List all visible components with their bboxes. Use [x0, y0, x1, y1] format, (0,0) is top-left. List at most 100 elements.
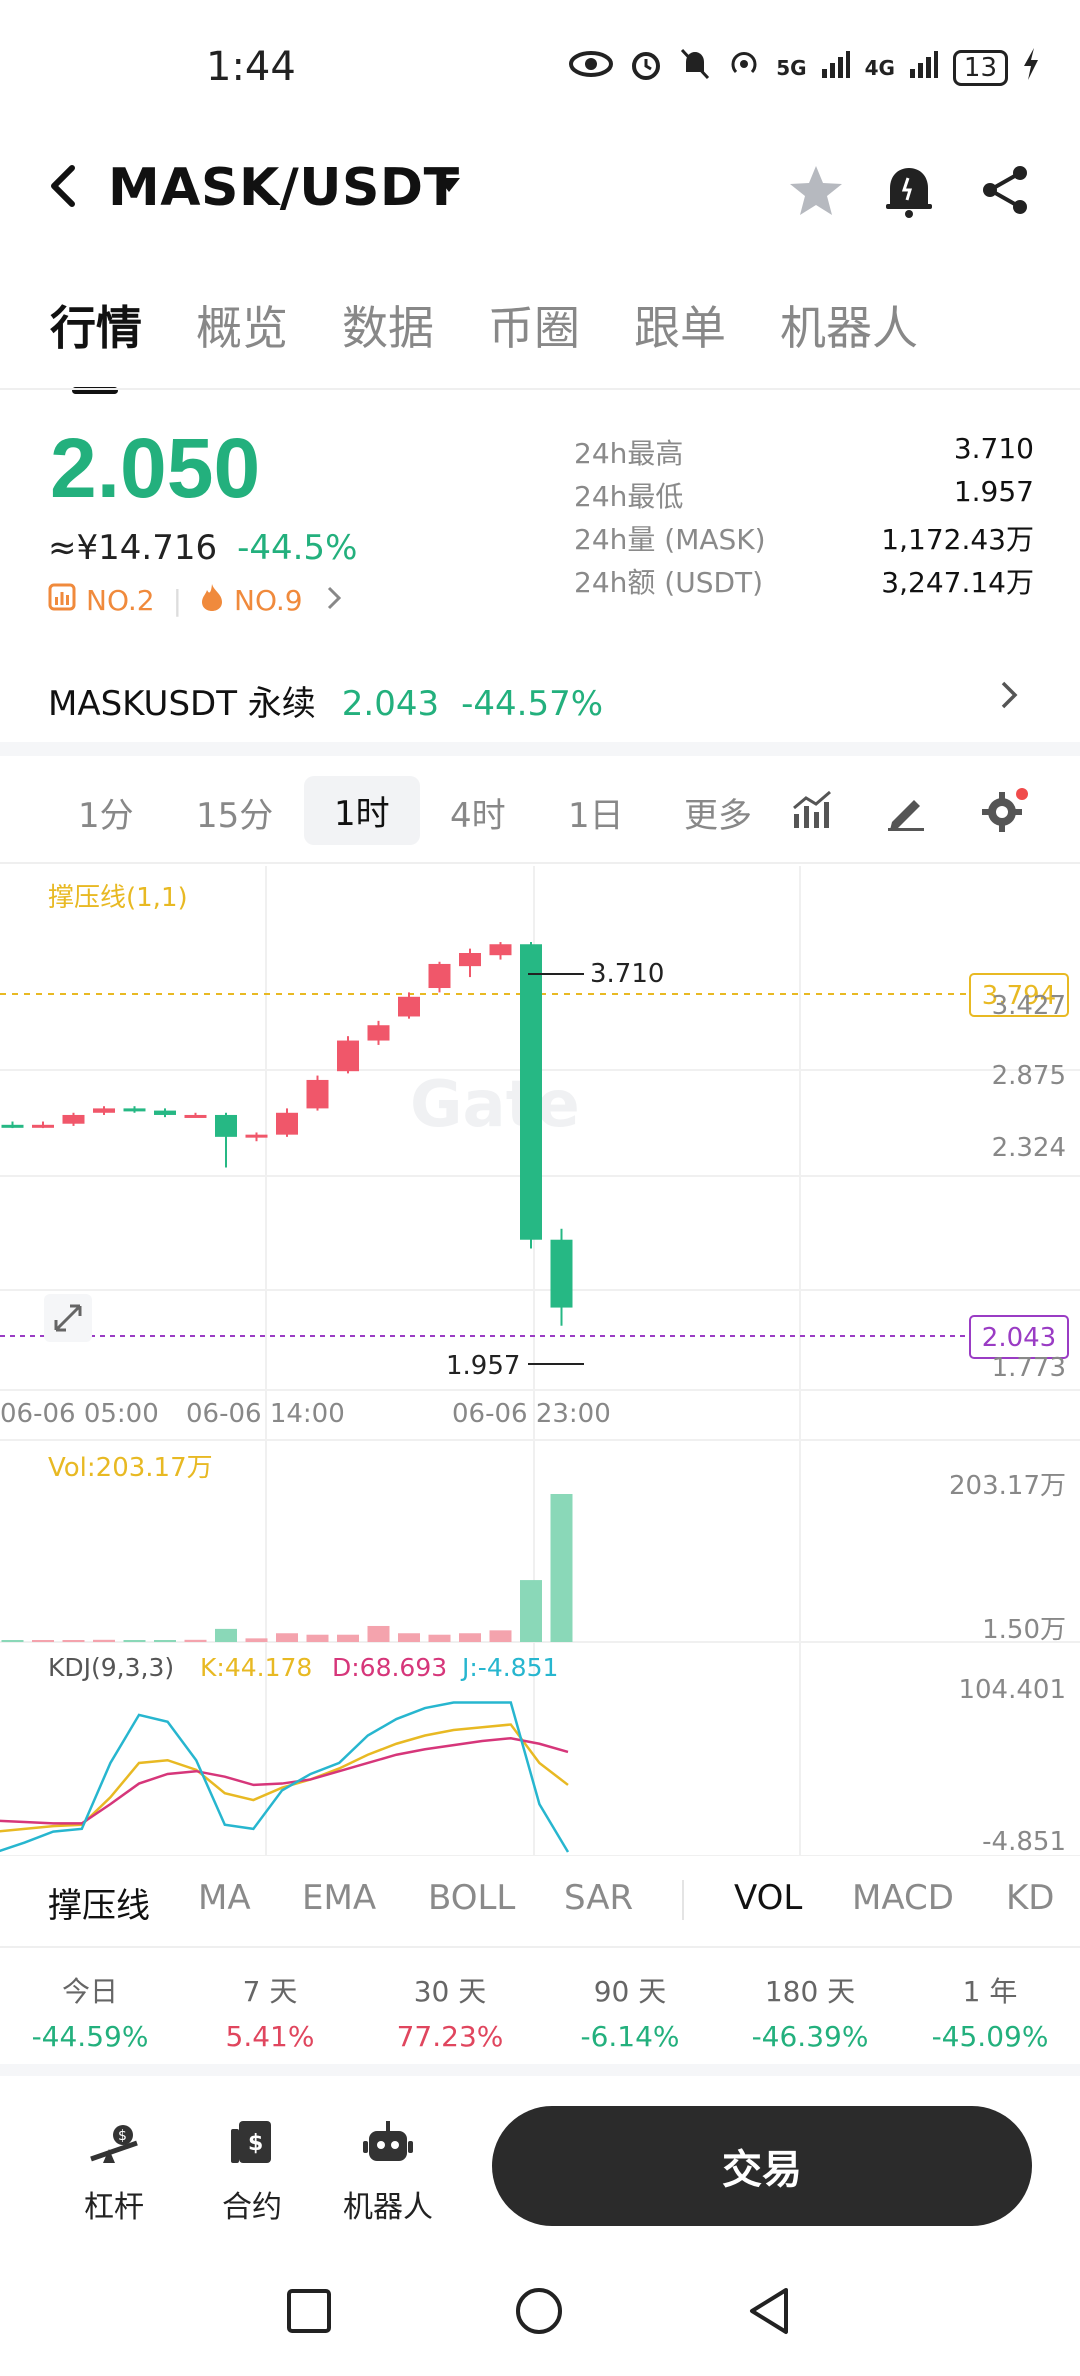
perf-label: 今日	[61, 1975, 118, 2008]
tab-robot[interactable]: 机器人	[780, 292, 918, 358]
volume-bar	[489, 1630, 512, 1642]
volume-bar	[215, 1628, 237, 1642]
divider	[0, 862, 1080, 864]
robot-button[interactable]: 机器人	[328, 2114, 448, 2226]
back-icon[interactable]	[46, 162, 78, 214]
signal-4g: 4G	[864, 56, 895, 80]
back-nav-icon[interactable]	[746, 2286, 792, 2340]
kdj-j: J:-4.851	[460, 1653, 558, 1682]
volume-bar	[184, 1639, 207, 1642]
perf-cell: 1 年 -45.09%	[900, 1970, 1080, 2053]
share-icon[interactable]	[980, 164, 1030, 220]
trade-button[interactable]: 交易	[492, 2106, 1032, 2226]
indicator-tabs: 撑压线 MA EMA BOLL SAR VOL MACD KD	[0, 1856, 1080, 1944]
tab-community[interactable]: 币圈	[488, 292, 580, 358]
status-bar: 1:44 5G 4G 13	[0, 0, 1080, 140]
volume-bar	[367, 1625, 390, 1642]
interval-more[interactable]: 更多	[684, 788, 752, 837]
ind-vol[interactable]: VOL	[734, 1878, 802, 1918]
candle-body	[367, 1025, 390, 1041]
price-tick: 3.427	[992, 991, 1066, 1021]
chevron-right-icon[interactable]	[1000, 680, 1018, 714]
candle-body	[215, 1114, 237, 1137]
battery-indicator: 13	[952, 50, 1008, 86]
ind-ema[interactable]: EMA	[302, 1878, 376, 1918]
volume-bar	[154, 1640, 176, 1642]
ind-kdj[interactable]: KD	[1006, 1878, 1054, 1918]
stat-row: 24h最低 1.957	[574, 475, 1034, 513]
perf-value: 77.23%	[396, 2020, 504, 2053]
candle-body	[489, 944, 512, 956]
perf-cell: 90 天 -6.14%	[540, 1970, 720, 2053]
candle-body	[1, 1124, 24, 1128]
perf-label: 1 年	[962, 1975, 1018, 2008]
volume-bar	[520, 1580, 542, 1642]
ind-macd[interactable]: MACD	[852, 1878, 954, 1918]
candle-body	[123, 1108, 146, 1112]
indicator-chart-icon[interactable]	[790, 788, 834, 836]
tab-overview[interactable]: 概览	[196, 292, 288, 358]
perf-cell: 180 天 -46.39%	[720, 1970, 900, 2053]
rank-2: NO.9	[234, 584, 303, 617]
home-icon[interactable]	[514, 2286, 564, 2340]
kdj-lines	[0, 1701, 570, 1853]
leverage-button[interactable]: $ 杠杆	[54, 2114, 174, 2226]
volume-bar	[306, 1634, 329, 1642]
interval-1h[interactable]: 1时	[304, 776, 420, 845]
perf-value: -6.14%	[580, 2020, 680, 2053]
status-icons: 5G 4G 13	[568, 46, 1040, 90]
interval-1m[interactable]: 1分	[78, 788, 134, 837]
perf-label: 7 天	[242, 1975, 298, 2008]
kdj-j-line	[0, 1701, 570, 1853]
rank-badges[interactable]: NO.2 | NO.9	[48, 582, 341, 619]
tab-copytrade[interactable]: 跟单	[634, 292, 726, 358]
alert-bell-icon[interactable]	[884, 164, 934, 222]
candle-body	[32, 1124, 54, 1128]
charging-icon	[1022, 48, 1040, 88]
candle-body	[459, 953, 481, 967]
volume-bar	[32, 1640, 54, 1642]
settings-gear-icon[interactable]	[980, 786, 1028, 838]
interval-1d[interactable]: 1日	[568, 788, 624, 837]
hotspot-icon	[726, 46, 762, 90]
volume-max: 203.17万	[949, 1471, 1066, 1501]
perpetual-row[interactable]: MASKUSDT 永续 2.043 -44.57%	[48, 676, 603, 725]
ind-boll[interactable]: BOLL	[428, 1878, 515, 1918]
interval-4h[interactable]: 4时	[450, 788, 506, 837]
caret-down-icon[interactable]	[436, 176, 462, 198]
perp-name: MASKUSDT 永续	[48, 684, 316, 724]
perp-price: 2.043	[341, 684, 440, 724]
interval-15m[interactable]: 15分	[196, 788, 273, 837]
recent-apps-icon[interactable]	[286, 2288, 332, 2338]
volume-bar	[123, 1640, 146, 1642]
kdj-min: -4.851	[982, 1827, 1066, 1856]
ind-ma[interactable]: MA	[198, 1878, 251, 1918]
candle-body	[398, 996, 420, 1017]
star-icon[interactable]	[788, 164, 844, 222]
candle-body	[154, 1110, 176, 1115]
perf-label: 30 天	[413, 1975, 487, 2008]
contract-icon: $	[192, 2114, 312, 2174]
tab-market[interactable]: 行情	[50, 292, 142, 394]
candle-body	[62, 1114, 85, 1124]
volume-bar	[428, 1634, 451, 1642]
pair-title[interactable]: MASK/USDT	[108, 158, 460, 218]
section-gap	[0, 742, 1080, 756]
kline-chart[interactable]: 撑压线(1,1) Gate 3.794 2.043 3.427 2.875 2.…	[0, 866, 1080, 1856]
tab-data[interactable]: 数据	[342, 292, 434, 358]
contract-button[interactable]: $ 合约	[192, 2114, 312, 2226]
candle-body	[184, 1114, 207, 1118]
volume-bar	[276, 1633, 298, 1642]
ind-support[interactable]: 撑压线	[48, 1878, 150, 1927]
stat-row: 24h最高 3.710	[574, 432, 1034, 470]
draw-pen-icon[interactable]	[884, 788, 928, 836]
volume-bar	[337, 1634, 359, 1642]
leverage-icon: $	[54, 2114, 174, 2174]
rank-chart-icon	[48, 583, 76, 618]
perp-change: -44.57%	[461, 684, 604, 724]
candle-body	[276, 1112, 298, 1135]
performance-row: 今日 -44.59% 7 天 5.41% 30 天 77.23% 90 天 -6.14% 180…	[0, 1960, 1080, 2070]
ind-sar[interactable]: SAR	[564, 1878, 633, 1918]
volume-label: Vol:203.17万	[48, 1453, 213, 1483]
contract-label: 合约	[222, 2190, 282, 2225]
